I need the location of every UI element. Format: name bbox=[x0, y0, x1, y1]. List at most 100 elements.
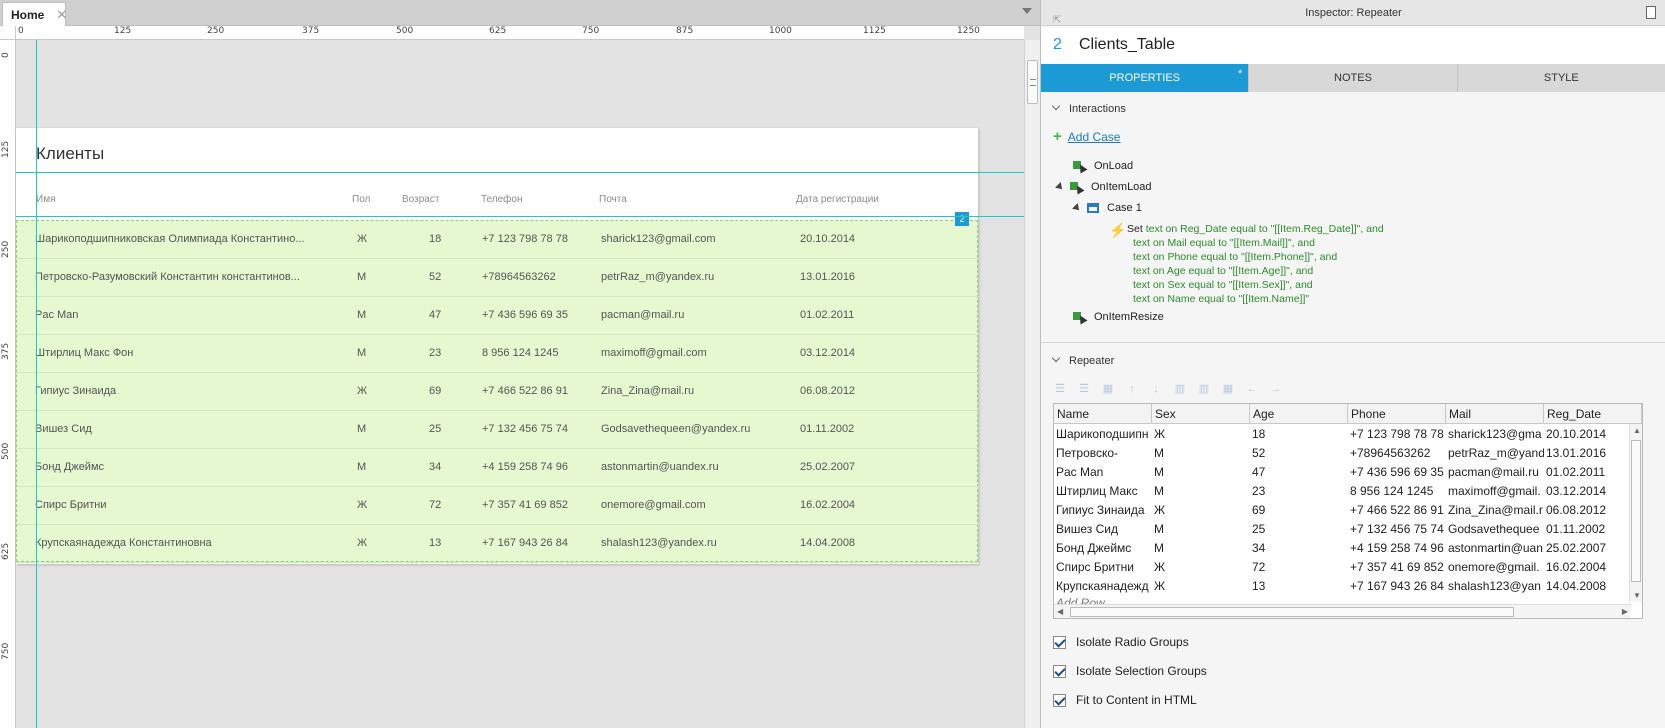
grid-cell[interactable]: 47 bbox=[1250, 463, 1348, 482]
grid-cell[interactable]: +78964563262 bbox=[1348, 444, 1446, 463]
table-row[interactable]: Вишез Сид М 25 +7 132 456 75 74 Godsavethequ… bbox=[17, 411, 979, 449]
grid-cell[interactable]: 14.04.2008 bbox=[1544, 577, 1642, 596]
grid-cell[interactable]: +4 159 258 74 96 bbox=[1348, 539, 1446, 558]
canvas-vertical-scrollbar[interactable] bbox=[1024, 40, 1040, 728]
isolate-radio-groups-checkbox[interactable]: Isolate Radio Groups bbox=[1053, 635, 1189, 649]
scrollbar-thumb[interactable] bbox=[1631, 440, 1641, 582]
scroll-left-arrow-icon[interactable]: ◀ bbox=[1057, 607, 1063, 616]
grid-cell[interactable]: Pac Man bbox=[1054, 463, 1152, 482]
grid-column-header[interactable]: Reg_Date bbox=[1544, 404, 1642, 424]
move-right-icon[interactable]: → bbox=[1269, 383, 1283, 395]
tab-home[interactable]: Home ✕ bbox=[2, 2, 67, 26]
grid-cell[interactable]: Вишез Сид bbox=[1054, 520, 1152, 539]
table-row[interactable]: Петровско-Разумовский Константин констан… bbox=[17, 259, 979, 297]
scroll-up-arrow-icon[interactable]: ▲ bbox=[1633, 426, 1641, 435]
grid-column-header[interactable]: Age bbox=[1250, 404, 1348, 424]
grid-cell[interactable]: Ж bbox=[1152, 425, 1250, 444]
table-row[interactable]: Шарикоподшипниковская Олимпиада Констант… bbox=[17, 221, 979, 259]
grid-cell[interactable]: М bbox=[1152, 539, 1250, 558]
grid-cell[interactable]: +7 436 596 69 35 bbox=[1348, 463, 1446, 482]
event-onload[interactable]: OnLoad bbox=[1073, 160, 1133, 172]
grid-cell[interactable]: +7 167 943 26 84 bbox=[1348, 577, 1446, 596]
fit-to-content-checkbox[interactable]: Fit to Content in HTML bbox=[1053, 693, 1197, 707]
insert-column-right-icon[interactable]: ▥ bbox=[1197, 383, 1211, 395]
grid-cell[interactable]: 72 bbox=[1250, 558, 1348, 577]
grid-cell[interactable]: Крупскаянадежд bbox=[1054, 577, 1152, 596]
widget-name-field[interactable]: Clients_Table bbox=[1079, 36, 1175, 54]
grid-cell[interactable]: 69 bbox=[1250, 501, 1348, 520]
grid-cell[interactable]: М bbox=[1152, 520, 1250, 539]
grid-cell[interactable]: 23 bbox=[1250, 482, 1348, 501]
grid-cell[interactable]: sharick123@gma bbox=[1446, 425, 1544, 444]
delete-row-icon[interactable]: ▦ bbox=[1101, 383, 1115, 395]
grid-cell[interactable]: Спирс Бритни bbox=[1054, 558, 1152, 577]
grid-cell[interactable]: Godsavethequee bbox=[1446, 520, 1544, 539]
expand-triangle-icon[interactable] bbox=[1072, 203, 1082, 213]
grid-vertical-scrollbar[interactable]: ▲ ▼ bbox=[1629, 424, 1642, 602]
grid-cell[interactable]: 34 bbox=[1250, 539, 1348, 558]
table-row[interactable]: Pac Man М 47 +7 436 596 69 35 pacman@mail.ru… bbox=[17, 297, 979, 335]
scrollbar-thumb[interactable] bbox=[1027, 60, 1038, 104]
repeater-widget[interactable]: Шарикоподшипниковская Олимпиада Констант… bbox=[16, 220, 979, 563]
grid-column-header[interactable]: Name bbox=[1054, 404, 1152, 424]
repeater-data-grid[interactable]: Name Sex Age Phone Mail Reg_Date Шарикоп… bbox=[1053, 403, 1643, 619]
checkbox-checked[interactable] bbox=[1053, 664, 1066, 678]
grid-row[interactable]: Гипиус Зинаида Ж 69 +7 466 522 86 91 Zina_Zi… bbox=[1054, 501, 1642, 520]
tab-properties[interactable]: PROPERTIES * bbox=[1041, 64, 1250, 92]
delete-column-icon[interactable]: ▦ bbox=[1221, 383, 1235, 395]
grid-cell[interactable]: +7 466 522 86 91 bbox=[1348, 501, 1446, 520]
grid-cell[interactable]: Ж bbox=[1152, 501, 1250, 520]
add-case-link[interactable]: + Add Case bbox=[1053, 128, 1120, 145]
grid-cell[interactable]: Бонд Джеймс bbox=[1054, 539, 1152, 558]
grid-cell[interactable]: 25.02.2007 bbox=[1544, 539, 1642, 558]
grid-row[interactable]: Вишез Сид М 25 +7 132 456 75 74 Godsavethequ… bbox=[1054, 520, 1642, 539]
grid-row[interactable]: Шарикоподшипн Ж 18 +7 123 798 78 78 sharick1… bbox=[1054, 425, 1642, 444]
grid-horizontal-scrollbar[interactable]: ◀ ▶ bbox=[1054, 604, 1631, 618]
grid-cell[interactable]: 8 956 124 1245 bbox=[1348, 482, 1446, 501]
checkbox-checked[interactable] bbox=[1053, 635, 1066, 649]
move-up-icon[interactable]: ↑ bbox=[1125, 383, 1139, 395]
grid-cell[interactable]: onemore@gmail. bbox=[1446, 558, 1544, 577]
tab-notes[interactable]: NOTES bbox=[1249, 64, 1458, 92]
event-onitemresize[interactable]: OnItemResize bbox=[1073, 311, 1164, 323]
tab-style[interactable]: STYLE bbox=[1457, 64, 1665, 92]
insert-column-left-icon[interactable]: ▥ bbox=[1173, 383, 1187, 395]
tab-menu-icon[interactable] bbox=[1022, 8, 1032, 14]
grid-cell[interactable]: Ж bbox=[1152, 577, 1250, 596]
event-onitemload[interactable]: OnItemLoad bbox=[1055, 181, 1152, 193]
grid-column-header[interactable]: Phone bbox=[1348, 404, 1446, 424]
document-icon[interactable] bbox=[1646, 6, 1656, 19]
grid-cell[interactable]: 52 bbox=[1250, 444, 1348, 463]
grid-cell[interactable]: 20.10.2014 bbox=[1544, 425, 1642, 444]
grid-row[interactable]: Pac Man М 47 +7 436 596 69 35 pacman@mail.ru… bbox=[1054, 463, 1642, 482]
isolate-selection-groups-checkbox[interactable]: Isolate Selection Groups bbox=[1053, 664, 1207, 678]
grid-cell[interactable]: 16.02.2004 bbox=[1544, 558, 1642, 577]
grid-row[interactable]: Штирлиц Макс М 23 8 956 124 1245 maximoff@gm… bbox=[1054, 482, 1642, 501]
table-row[interactable]: Крупскаянадежда Константиновна Ж 13 +7 167 … bbox=[17, 525, 979, 563]
checkbox-checked[interactable] bbox=[1053, 693, 1066, 707]
repeater-section-header[interactable]: Repeater bbox=[1051, 353, 1114, 367]
grid-cell[interactable]: 06.08.2012 bbox=[1544, 501, 1642, 520]
move-left-icon[interactable]: ← bbox=[1245, 383, 1259, 395]
grid-cell[interactable]: Штирлиц Макс bbox=[1054, 482, 1152, 501]
grid-cell[interactable]: 13 bbox=[1250, 577, 1348, 596]
grid-cell[interactable]: 03.12.2014 bbox=[1544, 482, 1642, 501]
case-1[interactable]: Case 1 bbox=[1072, 202, 1142, 214]
scroll-down-arrow-icon[interactable]: ▼ bbox=[1633, 591, 1641, 600]
grid-cell[interactable]: 13.01.2016 bbox=[1544, 444, 1642, 463]
grid-row[interactable]: Спирс Бритни Ж 72 +7 357 41 69 852 onemore@g… bbox=[1054, 558, 1642, 577]
interactions-section-header[interactable]: Interactions bbox=[1051, 101, 1126, 115]
grid-cell[interactable]: 18 bbox=[1250, 425, 1348, 444]
table-row[interactable]: Спирс Бритни Ж 72 +7 357 41 69 852 onemore@g… bbox=[17, 487, 979, 525]
grid-cell[interactable]: Петровско- bbox=[1054, 444, 1152, 463]
grid-row[interactable]: Петровско- М 52 +78964563262 petrRaz_m@yand 1… bbox=[1054, 444, 1642, 463]
grid-column-header[interactable]: Sex bbox=[1152, 404, 1250, 424]
grid-cell[interactable]: astonmartin@uan bbox=[1446, 539, 1544, 558]
grid-cell[interactable]: М bbox=[1152, 444, 1250, 463]
widget-name-row[interactable]: 2 Clients_Table bbox=[1041, 27, 1665, 64]
grid-cell[interactable]: 01.02.2011 bbox=[1544, 463, 1642, 482]
grid-cell[interactable]: 01.11.2002 bbox=[1544, 520, 1642, 539]
table-row[interactable]: Штирлиц Макс Фон М 23 8 956 124 1245 maximof… bbox=[17, 335, 979, 373]
grid-cell[interactable]: shalash123@yan bbox=[1446, 577, 1544, 596]
grid-column-header[interactable]: Mail bbox=[1446, 404, 1544, 424]
